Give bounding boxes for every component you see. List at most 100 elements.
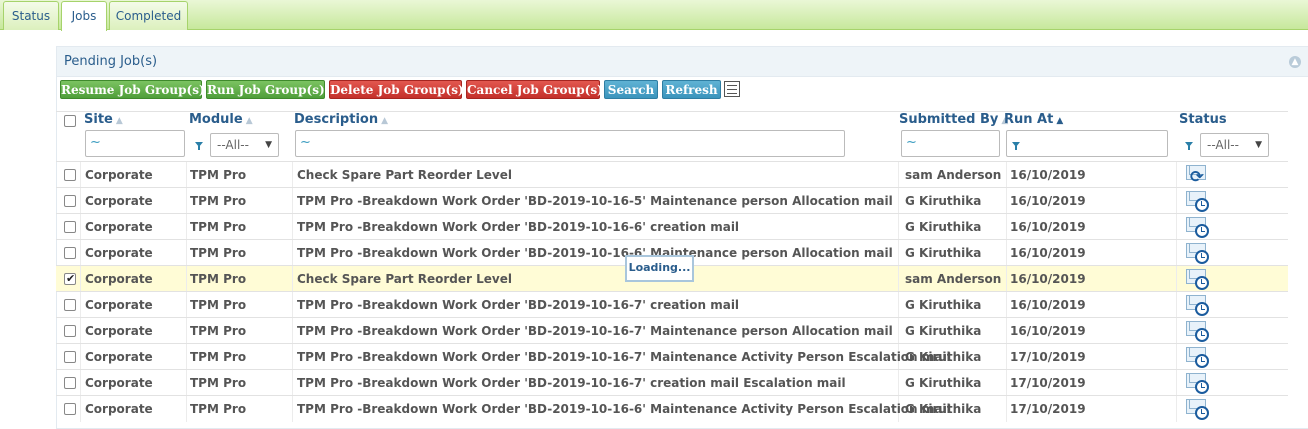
row-checkbox[interactable] bbox=[64, 325, 76, 337]
cell-run-at: 17/10/2019 bbox=[1010, 350, 1086, 364]
delete-job-group-button[interactable]: Delete Job Group(s) bbox=[329, 80, 464, 99]
cell-description: TPM Pro -Breakdown Work Order 'BD-2019-1… bbox=[297, 298, 740, 312]
run-at-filter-input[interactable] bbox=[1006, 130, 1168, 157]
row-checkbox[interactable] bbox=[64, 403, 76, 415]
cell-submitted-by: G Kiruthika bbox=[905, 376, 982, 390]
row-checkbox[interactable] bbox=[64, 247, 76, 259]
table-row[interactable]: Corporate TPM Pro TPM Pro -Breakdown Work … bbox=[56, 395, 1288, 422]
cell-description: Check Spare Part Reorder Level bbox=[297, 272, 512, 286]
column-header-description[interactable]: Description ▲ bbox=[294, 112, 388, 130]
search-button[interactable]: Search bbox=[604, 80, 658, 99]
cell-site: Corporate bbox=[85, 220, 153, 234]
row-checkbox[interactable] bbox=[64, 351, 76, 363]
row-checkbox[interactable] bbox=[64, 169, 76, 181]
cell-site: Corporate bbox=[85, 272, 153, 286]
scheduled-mail-icon[interactable] bbox=[1186, 189, 1210, 213]
table-row[interactable]: Corporate TPM Pro TPM Pro -Breakdown Work … bbox=[56, 291, 1288, 318]
cell-site: Corporate bbox=[85, 246, 153, 260]
column-header-status[interactable]: Status bbox=[1179, 112, 1227, 130]
cell-site: Corporate bbox=[85, 298, 153, 312]
module-filter-select[interactable]: --All-- ▼ bbox=[210, 133, 279, 157]
description-filter-input[interactable]: ~ bbox=[295, 130, 845, 157]
cell-submitted-by: G Kiruthika bbox=[905, 246, 982, 260]
cell-run-at: 17/10/2019 bbox=[1010, 402, 1086, 416]
cell-module: TPM Pro bbox=[190, 272, 247, 286]
scheduled-mail-icon[interactable] bbox=[1186, 267, 1210, 291]
column-chooser-icon[interactable] bbox=[724, 81, 740, 97]
cell-site: Corporate bbox=[85, 168, 153, 182]
submitted-by-filter-input[interactable]: ~ bbox=[901, 130, 1000, 157]
cancel-job-group-button[interactable]: Cancel Job Group(s) bbox=[466, 80, 603, 99]
sort-icon: ▲ bbox=[245, 116, 253, 126]
scheduled-mail-icon[interactable] bbox=[1186, 345, 1210, 369]
table-row[interactable]: Corporate TPM Pro Check Spare Part Reorder… bbox=[56, 161, 1288, 188]
filter-icon[interactable] bbox=[1185, 142, 1193, 150]
cell-run-at: 16/10/2019 bbox=[1010, 246, 1086, 260]
cell-site: Corporate bbox=[85, 376, 153, 390]
row-checkbox[interactable] bbox=[64, 195, 76, 207]
chevron-down-icon: ▼ bbox=[1255, 140, 1262, 150]
row-checkbox[interactable] bbox=[64, 299, 76, 311]
cell-submitted-by: sam Anderson bbox=[905, 272, 1002, 286]
cell-submitted-by: sam Anderson bbox=[905, 168, 1002, 182]
filter-icon bbox=[1012, 142, 1020, 150]
cell-site: Corporate bbox=[85, 324, 153, 338]
select-all-checkbox[interactable] bbox=[64, 115, 76, 127]
tab-jobs[interactable]: Jobs bbox=[61, 1, 107, 31]
scheduled-mail-icon[interactable] bbox=[1186, 397, 1210, 421]
cell-submitted-by: G Kiruthika bbox=[905, 324, 982, 338]
cell-module: TPM Pro bbox=[190, 324, 247, 338]
table-row[interactable]: Corporate TPM Pro TPM Pro -Breakdown Work … bbox=[56, 317, 1288, 344]
row-checkbox[interactable] bbox=[64, 221, 76, 233]
tab-completed[interactable]: Completed bbox=[109, 1, 188, 30]
cell-description: TPM Pro -Breakdown Work Order 'BD-2019-1… bbox=[297, 220, 740, 234]
scheduled-mail-icon[interactable] bbox=[1186, 215, 1210, 239]
cell-site: Corporate bbox=[85, 194, 153, 208]
chevron-up-icon[interactable]: ▲ bbox=[1289, 56, 1301, 68]
cell-description: Check Spare Part Reorder Level bbox=[297, 168, 512, 182]
panel-header: Pending Job(s) ▲ bbox=[57, 47, 1308, 77]
filter-icon[interactable] bbox=[195, 142, 203, 150]
scheduled-mail-icon[interactable] bbox=[1186, 371, 1210, 395]
panel-title: Pending Job(s) bbox=[64, 54, 158, 69]
refresh-button[interactable]: Refresh bbox=[662, 80, 721, 99]
cell-module: TPM Pro bbox=[190, 350, 247, 364]
resume-job-group-button[interactable]: Resume Job Group(s) bbox=[60, 80, 205, 99]
cell-site: Corporate bbox=[85, 350, 153, 364]
cell-run-at: 16/10/2019 bbox=[1010, 324, 1086, 338]
cell-module: TPM Pro bbox=[190, 376, 247, 390]
sort-icon: ▲ bbox=[115, 116, 123, 126]
status-filter-select[interactable]: --All-- ▼ bbox=[1200, 133, 1269, 157]
cell-description: TPM Pro -Breakdown Work Order 'BD-2019-1… bbox=[297, 246, 893, 260]
table-row[interactable]: Corporate TPM Pro TPM Pro -Breakdown Work … bbox=[56, 213, 1288, 240]
column-header-run-at[interactable]: Run At ▲ bbox=[1004, 112, 1063, 130]
cell-submitted-by: G Kiruthika bbox=[905, 402, 982, 416]
cell-submitted-by: G Kiruthika bbox=[905, 350, 982, 364]
scheduled-mail-icon[interactable] bbox=[1186, 293, 1210, 317]
scheduled-mail-icon[interactable] bbox=[1186, 319, 1210, 343]
running-refresh-icon[interactable]: ⟳ bbox=[1186, 163, 1210, 187]
column-header-module[interactable]: Module ▲ bbox=[189, 112, 253, 130]
scheduled-mail-icon[interactable] bbox=[1186, 241, 1210, 265]
site-filter-input[interactable]: ~ bbox=[85, 130, 185, 157]
cell-description: TPM Pro -Breakdown Work Order 'BD-2019-1… bbox=[297, 402, 951, 416]
cell-module: TPM Pro bbox=[190, 402, 247, 416]
chevron-down-icon: ▼ bbox=[265, 140, 272, 150]
row-checkbox[interactable] bbox=[64, 272, 76, 285]
table-row[interactable]: Corporate TPM Pro TPM Pro -Breakdown Work … bbox=[56, 343, 1288, 370]
tab-status[interactable]: Status bbox=[3, 1, 59, 30]
table-row[interactable]: Corporate TPM Pro TPM Pro -Breakdown Work … bbox=[56, 187, 1288, 214]
column-header-site[interactable]: Site ▲ bbox=[84, 112, 123, 130]
cell-module: TPM Pro bbox=[190, 220, 247, 234]
cell-run-at: 16/10/2019 bbox=[1010, 220, 1086, 234]
cell-module: TPM Pro bbox=[190, 194, 247, 208]
row-checkbox[interactable] bbox=[64, 377, 76, 389]
cell-description: TPM Pro -Breakdown Work Order 'BD-2019-1… bbox=[297, 350, 951, 364]
column-header-submitted-by[interactable]: Submitted By ▲ bbox=[899, 112, 1008, 130]
cell-run-at: 16/10/2019 bbox=[1010, 168, 1086, 182]
run-job-group-button[interactable]: Run Job Group(s) bbox=[206, 80, 325, 99]
loading-indicator: Loading... bbox=[625, 255, 694, 282]
table-row[interactable]: Corporate TPM Pro TPM Pro -Breakdown Work … bbox=[56, 369, 1288, 396]
tab-strip: Status Jobs Completed bbox=[0, 0, 1308, 31]
cell-description: TPM Pro -Breakdown Work Order 'BD-2019-1… bbox=[297, 194, 893, 208]
